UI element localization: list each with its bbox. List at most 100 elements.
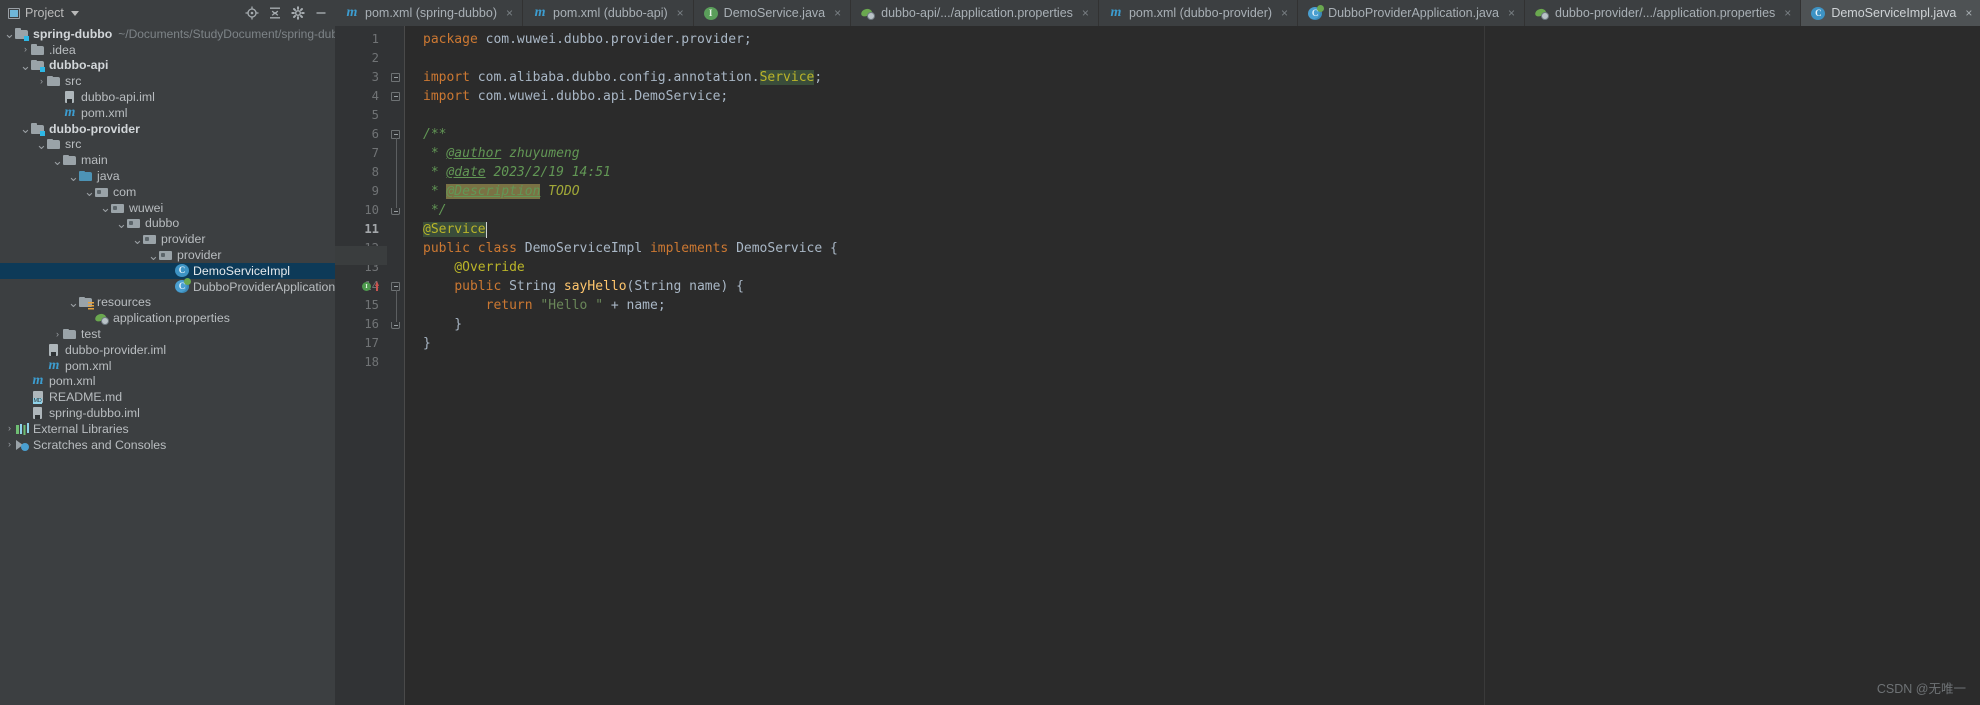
code-line[interactable]: } (423, 334, 431, 353)
code-line[interactable]: return "Hello " + name; (423, 296, 666, 315)
tree-item[interactable]: ⌄ src (0, 137, 335, 153)
code-line[interactable]: public class DemoServiceImpl implements … (423, 239, 838, 258)
tree-item[interactable]: ⌄ main (0, 152, 335, 168)
chevron-down-icon[interactable]: ⌄ (20, 59, 31, 72)
close-icon[interactable]: × (1965, 7, 1972, 19)
hide-icon[interactable] (314, 6, 328, 20)
code-token: com.alibaba.dubbo.config.annotation. (477, 70, 760, 85)
close-icon[interactable]: × (677, 7, 684, 19)
editor-tab-label: dubbo-provider/.../application.propertie… (1555, 6, 1776, 20)
tree-item[interactable]: ⌄ provider (0, 231, 335, 247)
tree-item[interactable]: › test (0, 326, 335, 342)
editor-tab[interactable]: dubbo-provider/.../application.propertie… (1525, 0, 1802, 26)
code-editor[interactable]: 1234567891011121314I15161718 package com… (335, 26, 1980, 705)
collapse-all-icon[interactable] (268, 6, 282, 20)
code-line[interactable]: @Service (423, 220, 486, 239)
code-line[interactable]: /** (423, 125, 446, 144)
tree-item[interactable]: C DubboProviderApplication (0, 278, 335, 295)
close-icon[interactable]: × (834, 7, 841, 19)
tree-item[interactable]: ⌄ java (0, 168, 335, 184)
tree-item-label: wuwei (129, 200, 164, 215)
tree-item[interactable]: dubbo-provider.iml (0, 342, 335, 358)
close-icon[interactable]: × (506, 7, 513, 19)
chevron-down-icon[interactable]: ⌄ (116, 217, 127, 230)
chevron-down-icon[interactable]: ⌄ (100, 201, 111, 214)
chevron-down-icon[interactable]: ⌄ (132, 233, 143, 246)
chevron-down-icon[interactable]: ⌄ (68, 296, 79, 309)
tree-item[interactable]: application.properties (0, 310, 335, 326)
editor-tab-active[interactable]: C DemoServiceImpl.java × (1801, 0, 1980, 26)
tree-item[interactable]: ⌄ spring-dubbo ~/Documents/StudyDocument/s… (0, 26, 335, 42)
fold-toggle-icon[interactable] (391, 208, 400, 215)
tree-item[interactable]: ⌄ dubbo-api (0, 58, 335, 74)
gear-icon[interactable] (291, 6, 305, 20)
project-tool-window-button[interactable]: Project (8, 6, 79, 20)
tree-item[interactable]: ⌄ com (0, 184, 335, 200)
fold-column[interactable] (387, 26, 405, 705)
code-token: } (423, 317, 463, 332)
tree-item-selected[interactable]: C DemoServiceImpl (0, 262, 335, 279)
close-icon[interactable]: × (1082, 7, 1089, 19)
properties-file-icon (861, 6, 876, 20)
code-line[interactable]: import com.alibaba.dubbo.config.annotati… (423, 68, 822, 87)
tree-item[interactable]: README.md (0, 389, 335, 405)
chevron-down-icon[interactable]: ⌄ (148, 249, 159, 262)
code-line[interactable]: @Override (423, 258, 524, 277)
tree-item-label: spring-dubbo (33, 26, 113, 41)
code-token: @date (446, 165, 486, 180)
code-line[interactable]: * @author zhuyumeng (423, 144, 580, 163)
tree-item[interactable]: dubbo-api.iml (0, 89, 335, 105)
tree-item[interactable]: ⌄ dubbo (0, 216, 335, 232)
code-line[interactable]: * @Description TODO (423, 182, 580, 201)
tree-item[interactable]: › src (0, 73, 335, 89)
code-line[interactable]: import com.wuwei.dubbo.api.DemoService; (423, 87, 728, 106)
tree-item[interactable]: m pom.xml (0, 374, 335, 390)
chevron-right-icon[interactable]: › (52, 329, 63, 339)
editor-tab[interactable]: m pom.xml (dubbo-api) × (523, 0, 694, 26)
close-icon[interactable]: × (1508, 7, 1515, 19)
project-tree[interactable]: ⌄ spring-dubbo ~/Documents/StudyDocument/s… (0, 26, 335, 705)
code-line[interactable]: * @date 2023/2/19 14:51 (423, 163, 611, 182)
chevron-down-icon[interactable]: ⌄ (20, 122, 31, 135)
package-icon (111, 201, 125, 215)
tree-item[interactable]: ⌄ provider (0, 247, 335, 263)
editor-tab[interactable]: C DubboProviderApplication.java × (1298, 0, 1526, 26)
chevron-down-icon[interactable]: ⌄ (68, 170, 79, 183)
code-line[interactable]: public String sayHello(String name) { (423, 277, 744, 296)
close-icon[interactable]: × (1281, 7, 1288, 19)
tree-item[interactable]: m pom.xml (0, 358, 335, 374)
editor-tab[interactable]: m pom.xml (dubbo-provider) × (1098, 0, 1299, 26)
fold-toggle-icon[interactable] (391, 73, 400, 82)
locate-icon[interactable] (245, 6, 259, 20)
chevron-down-icon[interactable] (70, 10, 79, 16)
code-line[interactable]: } (423, 315, 462, 334)
editor-tab[interactable]: I DemoService.java × (693, 0, 852, 26)
tree-item[interactable]: spring-dubbo.iml (0, 405, 335, 421)
chevron-down-icon[interactable]: ⌄ (84, 185, 95, 198)
tree-item[interactable]: ⌄ wuwei (0, 200, 335, 216)
fold-toggle-icon[interactable] (391, 322, 400, 329)
tree-item[interactable]: › External Libraries (0, 421, 335, 437)
code-line[interactable]: package com.wuwei.dubbo.provider.provide… (423, 30, 752, 49)
tree-item[interactable]: › Scratches and Consoles (0, 437, 335, 453)
tree-item[interactable]: › .idea (0, 42, 335, 58)
chevron-right-icon[interactable]: › (4, 440, 15, 449)
chevron-right-icon[interactable]: › (20, 45, 31, 54)
fold-toggle-icon[interactable] (391, 92, 400, 101)
project-panel-toolbar (245, 6, 331, 20)
tree-item[interactable]: m pom.xml (0, 105, 335, 121)
chevron-down-icon[interactable]: ⌄ (36, 138, 47, 151)
editor-gutter[interactable]: 1234567891011121314I15161718 (335, 26, 387, 705)
chevron-right-icon[interactable]: › (4, 424, 15, 433)
chevron-right-icon[interactable]: › (36, 76, 47, 86)
tree-item[interactable]: ⌄ resources (0, 295, 335, 311)
close-icon[interactable]: × (1784, 7, 1791, 19)
override-arrow-icon[interactable] (375, 281, 379, 291)
chevron-down-icon[interactable]: ⌄ (52, 154, 63, 167)
editor-tab[interactable]: dubbo-api/.../application.properties × (851, 0, 1099, 26)
tree-item[interactable]: ⌄ dubbo-provider (0, 121, 335, 137)
chevron-down-icon[interactable]: ⌄ (4, 27, 15, 40)
implements-marker-icon[interactable]: I (362, 282, 371, 291)
editor-tab[interactable]: m pom.xml (spring-dubbo) × (335, 0, 524, 26)
code-line[interactable]: */ (423, 201, 447, 220)
